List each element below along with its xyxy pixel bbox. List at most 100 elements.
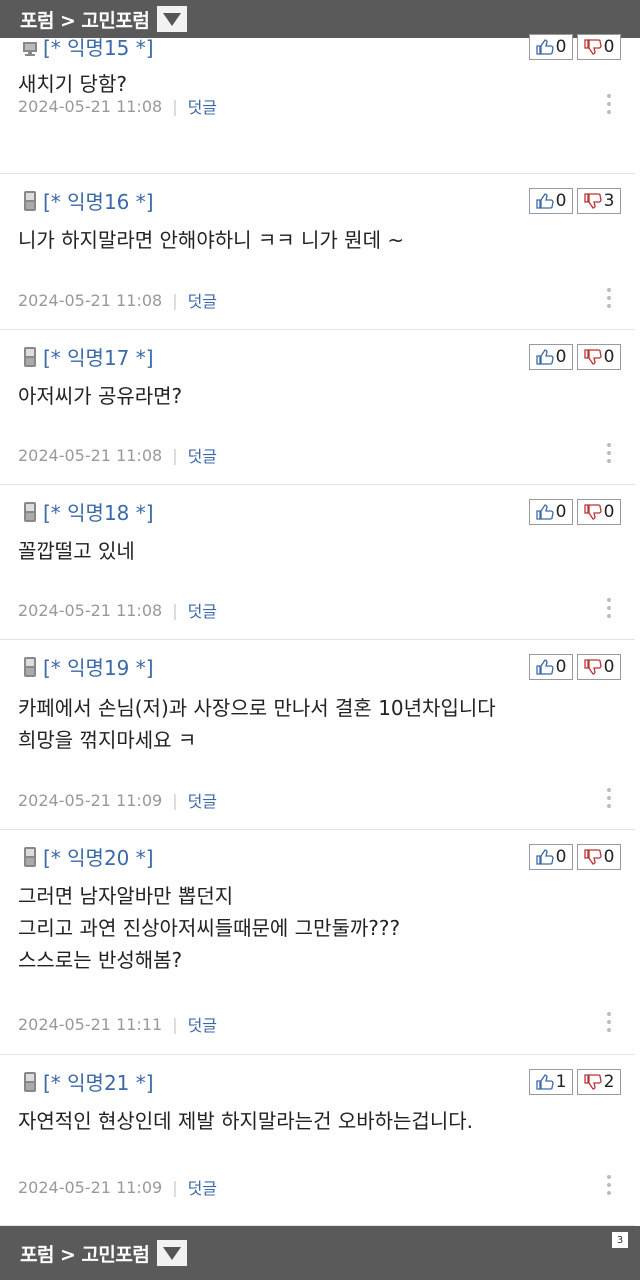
dislike-count: 0 bbox=[603, 847, 615, 867]
like-count: 0 bbox=[555, 191, 567, 211]
more-options-dot bbox=[607, 288, 611, 292]
dislike-button[interactable]: 3 bbox=[577, 188, 621, 214]
more-options-dot bbox=[607, 1012, 611, 1016]
dislike-button[interactable]: 0 bbox=[577, 844, 621, 870]
thumbs-down-icon bbox=[583, 39, 602, 55]
more-options-icon[interactable] bbox=[607, 788, 611, 808]
comment-meta: 2024-05-21 11:08 | 덧글 bbox=[18, 288, 217, 312]
mobile-phone-icon bbox=[24, 346, 36, 367]
more-options-icon[interactable] bbox=[607, 598, 611, 618]
comment-author: [* 익명19 *] bbox=[43, 656, 154, 680]
vote-buttons: 00 bbox=[529, 34, 621, 60]
dislike-count: 0 bbox=[603, 347, 615, 367]
reply-link[interactable]: 덧글 bbox=[188, 288, 217, 312]
board-dropdown-button[interactable] bbox=[157, 1240, 188, 1266]
mobile-phone-icon bbox=[24, 846, 36, 867]
vote-buttons: 00 bbox=[529, 844, 621, 870]
comment-text-line: 스스로는 반성해봄? bbox=[18, 948, 183, 972]
vote-buttons: 03 bbox=[529, 188, 621, 214]
like-count: 0 bbox=[555, 657, 567, 677]
thumbs-up-icon bbox=[535, 849, 554, 865]
thumbs-up-icon bbox=[535, 349, 554, 365]
comment-text-line: 그러면 남자알바만 뽑던지 bbox=[18, 884, 234, 908]
vote-buttons: 00 bbox=[529, 654, 621, 680]
like-button[interactable]: 1 bbox=[529, 1069, 573, 1095]
comment-item: [* 익명18 *] 0 0 꼴깝떨고 있네 2024-05-21 11:08 | 덧글 bbox=[0, 485, 635, 640]
comment-timestamp: 2024-05-21 11:08 bbox=[18, 290, 163, 310]
like-button[interactable]: 0 bbox=[529, 34, 573, 60]
like-button[interactable]: 0 bbox=[529, 654, 573, 680]
thumbs-down-icon bbox=[583, 504, 602, 520]
comment-author: [* 익명16 *] bbox=[43, 190, 154, 214]
thumbs-down-icon bbox=[583, 659, 602, 675]
like-button[interactable]: 0 bbox=[529, 844, 573, 870]
vote-buttons: 00 bbox=[529, 344, 621, 370]
comment-body: 니가 하지말라면 안해야하니 ㅋㅋ 니가 뭔데 ~ bbox=[18, 224, 404, 256]
comment-meta: 2024-05-21 11:08 | 덧글 bbox=[18, 94, 217, 118]
comment-text-line: 니가 하지말라면 안해야하니 ㅋㅋ 니가 뭔데 ~ bbox=[18, 228, 405, 252]
reply-link[interactable]: 덧글 bbox=[188, 94, 217, 118]
more-options-icon[interactable] bbox=[607, 1175, 611, 1195]
more-options-dot bbox=[607, 443, 611, 447]
more-options-icon[interactable] bbox=[607, 94, 611, 114]
comment-header: [* 익명21 *] bbox=[22, 1067, 154, 1096]
comment-item: [* 익명20 *] 0 0 그러면 남자알바만 뽑던지 그리고 과연 진상아저씨들때문… bbox=[0, 830, 635, 1055]
comment-text-line: 아저씨가 공유라면? bbox=[18, 384, 183, 408]
more-options-dot bbox=[607, 796, 611, 800]
dislike-button[interactable]: 0 bbox=[577, 654, 621, 680]
comment-item: [* 익명15 *] 0 0 새치기 당함? 2024-05-21 11:08 | 덧글 bbox=[0, 0, 635, 174]
more-options-dot bbox=[607, 1183, 611, 1187]
like-count: 0 bbox=[555, 37, 567, 57]
like-button[interactable]: 0 bbox=[529, 188, 573, 214]
meta-divider: | bbox=[172, 290, 178, 310]
reply-link[interactable]: 덧글 bbox=[188, 443, 217, 467]
comment-text-line: 카페에서 손님(저)과 사장으로 만나서 결혼 10년차입니다 bbox=[18, 696, 496, 720]
more-options-dot bbox=[607, 1028, 611, 1032]
thumbs-up-icon bbox=[535, 39, 554, 55]
like-button[interactable]: 0 bbox=[529, 344, 573, 370]
comment-timestamp: 2024-05-21 11:08 bbox=[18, 445, 163, 465]
more-options-dot bbox=[607, 304, 611, 308]
thumbs-down-icon bbox=[583, 193, 602, 209]
reply-link[interactable]: 덧글 bbox=[188, 1175, 217, 1199]
dislike-button[interactable]: 0 bbox=[577, 499, 621, 525]
more-options-icon[interactable] bbox=[607, 443, 611, 463]
reply-link[interactable]: 덧글 bbox=[188, 788, 217, 812]
more-options-dot bbox=[607, 451, 611, 455]
comment-timestamp: 2024-05-21 11:11 bbox=[18, 1014, 163, 1034]
dislike-button[interactable]: 0 bbox=[577, 344, 621, 370]
breadcrumb: 포럼 > 고민포럼 bbox=[20, 1240, 150, 1267]
breadcrumb-board[interactable]: 고민포럼 bbox=[81, 1244, 149, 1266]
dislike-button[interactable]: 0 bbox=[577, 34, 621, 60]
comment-meta: 2024-05-21 11:08 | 덧글 bbox=[18, 598, 217, 622]
dislike-count: 0 bbox=[603, 37, 615, 57]
breadcrumb-separator: > bbox=[59, 1243, 76, 1266]
thumbs-up-icon bbox=[535, 193, 554, 209]
comment-author: [* 익명20 *] bbox=[43, 846, 154, 870]
comment-meta: 2024-05-21 11:09 | 덧글 bbox=[18, 1175, 217, 1199]
more-options-icon[interactable] bbox=[607, 288, 611, 308]
comment-author: [* 익명21 *] bbox=[43, 1071, 154, 1095]
meta-divider: | bbox=[172, 1014, 178, 1034]
more-options-dot bbox=[607, 606, 611, 610]
dislike-button[interactable]: 2 bbox=[577, 1069, 621, 1095]
vote-buttons: 12 bbox=[529, 1069, 621, 1095]
comment-meta: 2024-05-21 11:08 | 덧글 bbox=[18, 443, 217, 467]
dislike-count: 0 bbox=[603, 502, 615, 522]
comment-header: [* 익명15 *] bbox=[22, 32, 154, 61]
comment-meta: 2024-05-21 11:11 | 덧글 bbox=[18, 1012, 217, 1036]
comment-item: [* 익명21 *] 1 2 자연적인 현상인데 제발 하지말라는건 오바하는겁니다.… bbox=[0, 1055, 635, 1226]
comment-timestamp: 2024-05-21 11:09 bbox=[18, 1177, 163, 1197]
comment-text-line: 자연적인 현상인데 제발 하지말라는건 오바하는겁니다. bbox=[18, 1109, 473, 1133]
reply-link[interactable]: 덧글 bbox=[188, 1012, 217, 1036]
like-button[interactable]: 0 bbox=[529, 499, 573, 525]
comment-author: [* 익명18 *] bbox=[43, 501, 154, 525]
breadcrumb-forum[interactable]: 포럼 bbox=[20, 1244, 54, 1266]
comment-header: [* 익명18 *] bbox=[22, 497, 154, 526]
more-options-icon[interactable] bbox=[607, 1012, 611, 1032]
reply-link[interactable]: 덧글 bbox=[188, 598, 217, 622]
vote-buttons: 00 bbox=[529, 499, 621, 525]
thumbs-down-icon bbox=[583, 849, 602, 865]
more-options-dot bbox=[607, 1191, 611, 1195]
page-badge: 3 bbox=[612, 1232, 628, 1248]
